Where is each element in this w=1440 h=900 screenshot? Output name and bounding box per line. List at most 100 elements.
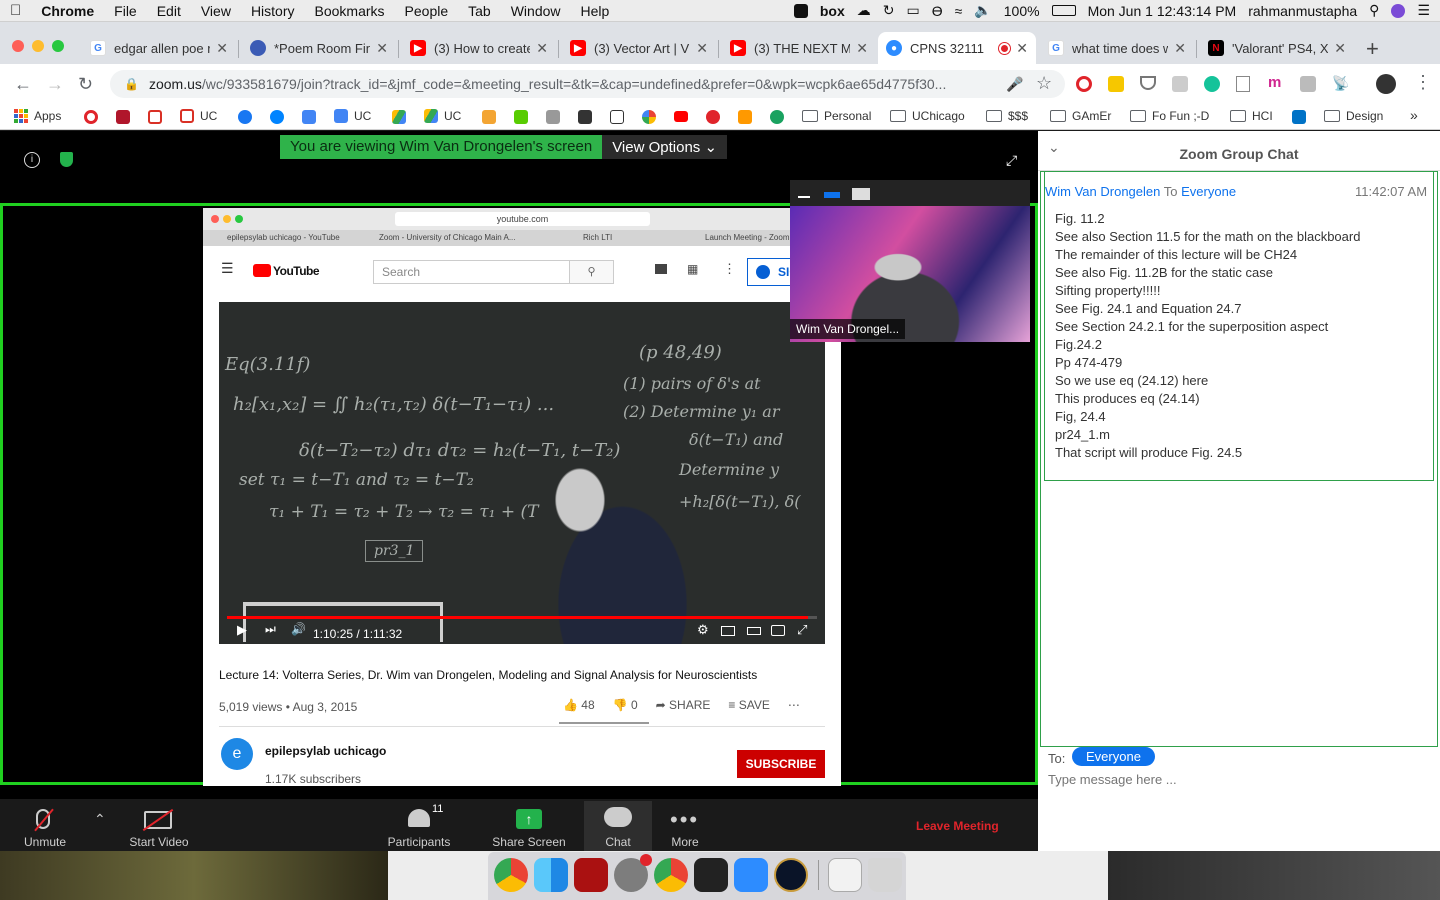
menu-edit[interactable]: Edit bbox=[147, 3, 191, 19]
cloud-icon[interactable]: ☁ bbox=[857, 2, 871, 19]
drive-bookmark-icon[interactable] bbox=[392, 110, 406, 124]
box-icon[interactable]: box bbox=[820, 3, 845, 19]
tab-what-time-does[interactable]: G what time does w ✕ bbox=[1040, 32, 1194, 64]
extension-puzzle-icon[interactable] bbox=[1172, 76, 1188, 92]
satellite-extension-icon[interactable]: 📡 bbox=[1332, 75, 1349, 92]
active-speaker-view-icon[interactable] bbox=[824, 192, 840, 198]
classroom-bookmark-icon[interactable] bbox=[610, 110, 624, 124]
unmute-button[interactable]: Unmute bbox=[0, 801, 90, 851]
minimize-video-icon[interactable] bbox=[798, 196, 810, 198]
finder-dock-icon[interactable] bbox=[534, 858, 568, 892]
battery-percent[interactable]: 100% bbox=[1004, 3, 1040, 19]
menu-view[interactable]: View bbox=[191, 3, 241, 19]
vimeo-bookmark-icon[interactable] bbox=[770, 110, 784, 124]
close-tab-icon[interactable]: ✕ bbox=[856, 40, 868, 57]
play-extension-icon[interactable] bbox=[1300, 76, 1316, 92]
battery-icon[interactable] bbox=[1051, 5, 1076, 16]
bookmark-folder-gamer[interactable]: GAmEr bbox=[1050, 109, 1111, 123]
fullscreen-window-button[interactable] bbox=[52, 40, 64, 52]
back-icon[interactable]: ← bbox=[14, 74, 32, 95]
menu-bookmarks[interactable]: Bookmarks bbox=[305, 3, 395, 19]
chat-message-input[interactable] bbox=[1044, 769, 1424, 789]
participants-button[interactable]: 11 Participants bbox=[374, 801, 464, 851]
chrome-dock-icon[interactable] bbox=[494, 858, 528, 892]
close-tab-icon[interactable]: ✕ bbox=[1174, 40, 1186, 57]
bookmark-folder-design[interactable]: Design bbox=[1324, 109, 1383, 123]
menu-help[interactable]: Help bbox=[571, 3, 620, 19]
bookmark-folder-personal[interactable]: Personal bbox=[802, 109, 871, 123]
tab-poem-room[interactable]: *Poem Room Fin ✕ bbox=[242, 32, 396, 64]
close-tab-icon[interactable]: ✕ bbox=[696, 40, 708, 57]
close-tab-icon[interactable]: ✕ bbox=[1334, 40, 1346, 57]
shield-bookmark-icon[interactable] bbox=[116, 110, 130, 124]
stack-bookmark-icon[interactable] bbox=[482, 110, 496, 124]
bookmark-star-icon[interactable]: ☆ bbox=[1036, 73, 1052, 94]
opera-extension-icon[interactable] bbox=[1076, 76, 1092, 92]
menu-file[interactable]: File bbox=[104, 3, 147, 19]
encryption-shield-icon[interactable] bbox=[60, 152, 73, 167]
m-extension-icon[interactable]: m bbox=[1268, 74, 1281, 91]
tab-valorant[interactable]: N 'Valorant' PS4, X ✕ bbox=[1200, 32, 1354, 64]
bluetooth-icon[interactable]: ϴ bbox=[932, 3, 943, 19]
photo-booth-dock-icon[interactable] bbox=[574, 858, 608, 892]
bookmarks-overflow-icon[interactable]: » bbox=[1410, 107, 1418, 123]
menu-history[interactable]: History bbox=[241, 3, 305, 19]
recipient-select[interactable]: Everyone bbox=[1072, 747, 1155, 766]
league-dock-icon[interactable] bbox=[774, 858, 808, 892]
facebook-bookmark-icon[interactable] bbox=[238, 110, 252, 124]
time-machine-icon[interactable]: ↻ bbox=[883, 2, 895, 19]
bookmark-uc-gmail[interactable]: UC bbox=[180, 109, 217, 123]
tab-cpns-zoom[interactable]: ● CPNS 32111 ✕ bbox=[878, 32, 1036, 64]
user-name[interactable]: rahmanmustapha bbox=[1248, 3, 1357, 19]
tab-edgar-allen-poe[interactable]: G edgar allen poe r ✕ bbox=[82, 32, 236, 64]
audio-options-chevron-icon[interactable]: ⌃ bbox=[94, 811, 106, 828]
tab-youtube-the-next[interactable]: ▶ (3) THE NEXT M ✕ bbox=[722, 32, 876, 64]
youtube-bookmark-icon[interactable] bbox=[674, 111, 688, 122]
menu-people[interactable]: People bbox=[395, 3, 459, 19]
tab-youtube-how-to-create[interactable]: ▶ (3) How to create ✕ bbox=[402, 32, 556, 64]
gallery-view-icon[interactable] bbox=[852, 188, 870, 200]
bookmark-uc-docs[interactable]: UC bbox=[334, 109, 371, 123]
address-bar[interactable]: 🔒 zoom.us/wc/933581679/join?track_id=&jm… bbox=[110, 70, 1065, 98]
message-sender[interactable]: Wim Van Drongelen bbox=[1045, 184, 1160, 199]
outlook-bookmark-icon[interactable] bbox=[1292, 110, 1306, 124]
microphone-icon[interactable]: 🎤 bbox=[1006, 76, 1023, 93]
meeting-info-icon[interactable]: i bbox=[24, 152, 40, 168]
profile-avatar[interactable] bbox=[1376, 74, 1396, 94]
forward-icon[interactable]: → bbox=[46, 74, 64, 95]
close-tab-icon[interactable]: ✕ bbox=[536, 40, 548, 57]
chrome-menu-icon[interactable]: ⋮ bbox=[1414, 72, 1432, 93]
start-video-button[interactable]: Start Video bbox=[114, 801, 204, 851]
record-icon[interactable] bbox=[793, 3, 808, 18]
close-tab-icon[interactable]: ✕ bbox=[376, 40, 388, 57]
bookmark-folder-hci[interactable]: HCI bbox=[1230, 109, 1273, 123]
spotlight-icon[interactable]: ⚲ bbox=[1369, 2, 1379, 19]
new-tab-button[interactable]: + bbox=[1366, 36, 1379, 62]
terminal-dock-icon[interactable] bbox=[694, 858, 728, 892]
pocket-extension-icon[interactable] bbox=[1140, 76, 1156, 90]
chrome-alt-dock-icon[interactable] bbox=[654, 858, 688, 892]
docs-bookmark-icon[interactable] bbox=[302, 110, 316, 124]
share-screen-button[interactable]: ↑ Share Screen bbox=[484, 801, 574, 851]
fullscreen-icon[interactable]: ⤢ bbox=[1006, 152, 1017, 169]
document-extension-icon[interactable] bbox=[1236, 76, 1250, 92]
wifi-icon[interactable]: ≈ bbox=[955, 3, 963, 19]
view-options-button[interactable]: View Options ⌄ bbox=[602, 135, 728, 159]
reload-icon[interactable]: ↻ bbox=[78, 74, 93, 95]
tab-youtube-vector-art[interactable]: ▶ (3) Vector Art | V ✕ bbox=[562, 32, 716, 64]
close-tab-icon[interactable]: ✕ bbox=[1016, 40, 1028, 57]
bookmark-folder-money[interactable]: $$$ bbox=[986, 109, 1028, 123]
volume-icon[interactable]: 🔈 bbox=[974, 2, 991, 19]
bookmark-folder-fun[interactable]: Fo Fun ;-D bbox=[1130, 109, 1209, 123]
music-bookmark-icon[interactable] bbox=[706, 110, 720, 124]
zoom-dock-icon[interactable] bbox=[734, 858, 768, 892]
airplay-icon[interactable]: ▭ bbox=[907, 2, 920, 19]
clock[interactable]: Mon Jun 1 12:43:14 PM bbox=[1088, 3, 1237, 19]
more-button[interactable]: ••• More bbox=[640, 801, 730, 851]
menu-app-name[interactable]: Chrome bbox=[31, 3, 104, 19]
gmail-bookmark-icon[interactable] bbox=[148, 110, 162, 124]
leave-meeting-button[interactable]: Leave Meeting bbox=[916, 819, 999, 833]
notes-extension-icon[interactable] bbox=[1108, 76, 1124, 92]
image-bookmark-icon[interactable] bbox=[546, 110, 560, 124]
photos-bookmark-icon[interactable] bbox=[642, 110, 656, 124]
